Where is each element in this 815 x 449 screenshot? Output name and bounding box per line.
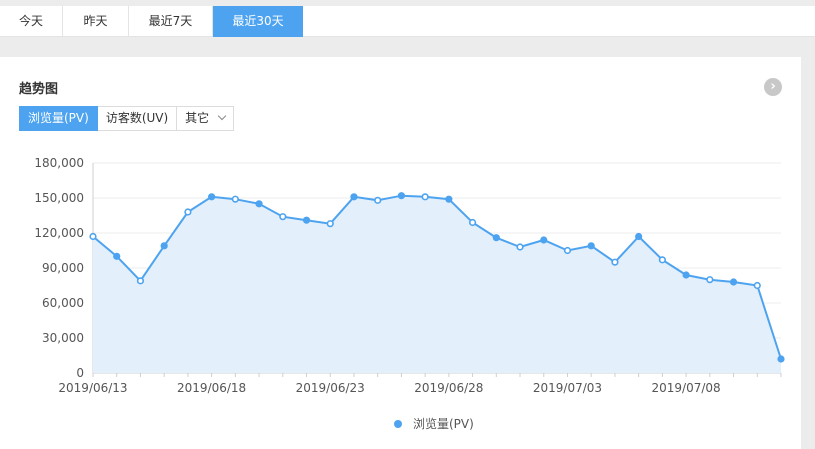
y-tick-label: 60,000 (42, 296, 84, 310)
data-point (374, 196, 382, 204)
x-tick-label: 2019/07/03 (533, 381, 602, 395)
y-tick-label: 180,000 (34, 156, 84, 170)
data-point (658, 256, 666, 264)
data-point (468, 218, 477, 227)
data-point (350, 193, 358, 201)
data-point (706, 276, 714, 284)
data-point (255, 200, 263, 208)
data-point (113, 252, 121, 260)
tab-today[interactable]: 今天 (0, 6, 63, 37)
date-range-tabs: 今天 昨天 最近7天 最近30天 (0, 6, 815, 37)
y-tick-label: 0 (76, 366, 84, 380)
other-dropdown-label: 其它 (185, 111, 210, 125)
tab-last-7-days[interactable]: 最近7天 (129, 6, 213, 37)
other-metrics-dropdown[interactable]: 其它 (177, 106, 235, 131)
data-point (302, 216, 311, 224)
metric-uv-button[interactable]: 访客数(UV) (97, 106, 178, 131)
metric-pv-button[interactable]: 浏览量(PV) (19, 106, 98, 131)
data-point (231, 195, 239, 203)
data-point (729, 278, 738, 286)
x-tick-label: 2019/06/18 (177, 381, 246, 395)
data-point (136, 277, 145, 285)
data-point (326, 220, 334, 228)
legend-marker (394, 420, 402, 428)
data-point (397, 192, 406, 200)
x-tick-label: 2019/06/28 (414, 381, 483, 395)
data-point (635, 232, 643, 241)
data-point (587, 242, 595, 250)
data-point (184, 208, 192, 216)
tab-yesterday[interactable]: 昨天 (63, 6, 129, 37)
y-tick-label: 120,000 (34, 226, 84, 240)
data-point (777, 355, 785, 363)
data-point (563, 246, 572, 255)
chevron-right-circle-icon[interactable]: › (764, 78, 782, 96)
panel-title: 趋势图 (19, 82, 59, 97)
data-point (208, 193, 216, 201)
y-tick-label: 150,000 (34, 191, 84, 205)
chevron-down-icon (217, 111, 227, 121)
data-point (421, 193, 429, 201)
data-point (492, 234, 500, 242)
data-point (279, 213, 287, 221)
legend-label: 浏览量(PV) (413, 416, 474, 431)
data-point (516, 243, 524, 251)
y-tick-label: 30,000 (42, 331, 84, 345)
x-tick-label: 2019/06/23 (296, 381, 365, 395)
data-point (611, 258, 619, 266)
tab-last-30-days[interactable]: 最近30天 (213, 6, 303, 37)
data-point (445, 195, 453, 203)
y-tick-label: 90,000 (42, 261, 84, 275)
x-tick-label: 2019/07/08 (652, 381, 721, 395)
data-point (682, 271, 690, 279)
data-point (89, 232, 97, 241)
trend-chart: 0 30,000 60,000 90,000 120,000 150,000 180,000… (34, 156, 785, 431)
x-tick-label: 2019/06/13 (58, 381, 127, 395)
data-point (753, 281, 761, 290)
metric-selector: 浏览量(PV) 访客数(UV) 其它 (19, 106, 235, 131)
data-point (160, 242, 168, 250)
trend-panel: 趋势图 › 浏览量(PV) 访客数(UV) 其它 0 30,000 60,000 90… (0, 57, 801, 449)
series-area (93, 195, 781, 373)
data-point (540, 236, 548, 244)
